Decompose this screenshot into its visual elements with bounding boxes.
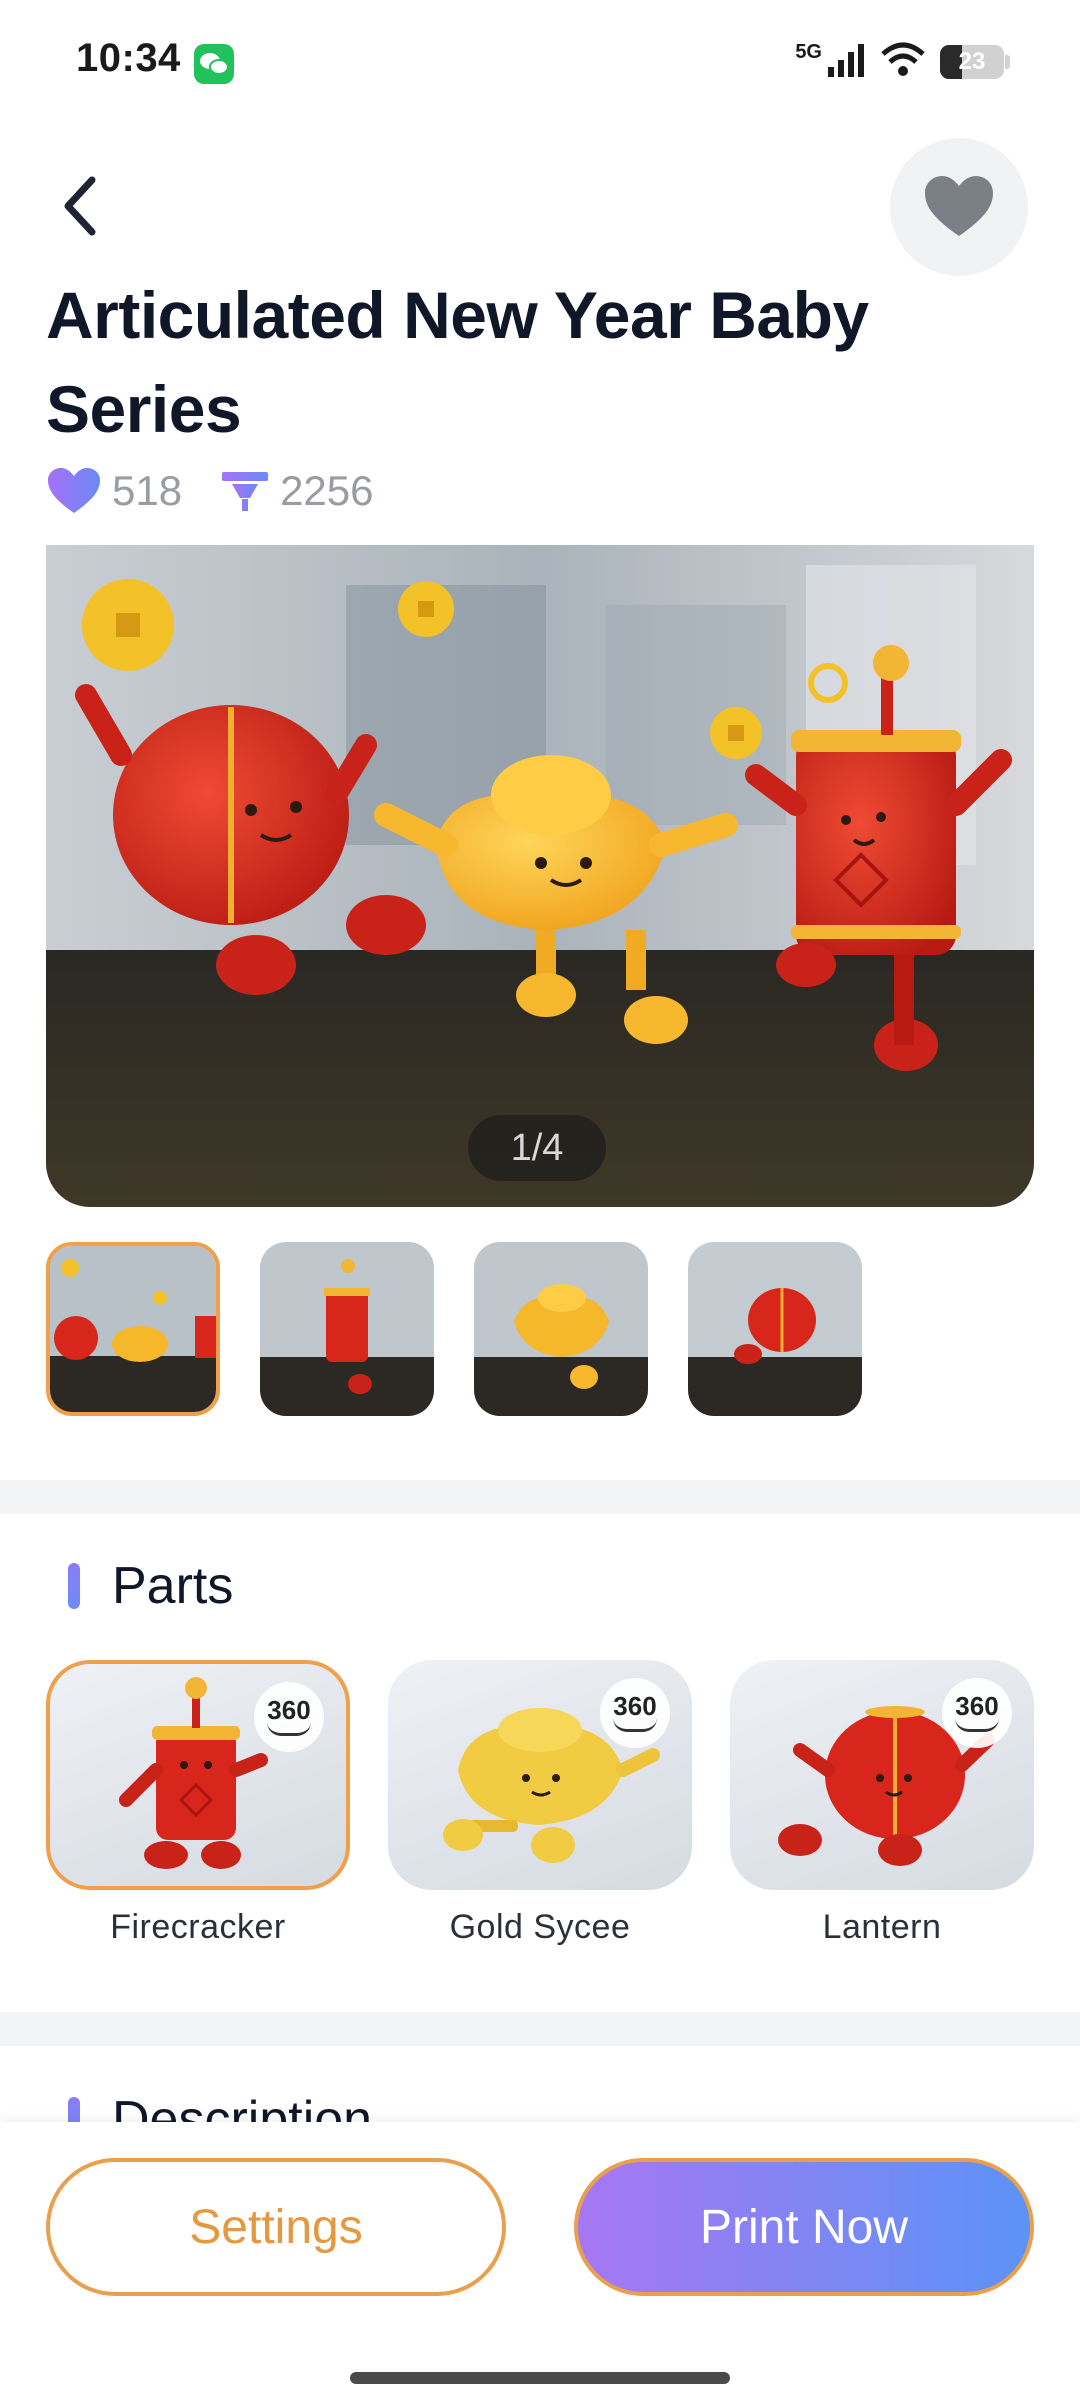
likes-count: 518 (112, 467, 183, 514)
prints-count: 2256 (280, 467, 374, 514)
thumbnail-gold-sycee[interactable] (474, 1242, 648, 1416)
part-card[interactable]: 360 (730, 1660, 1034, 1890)
wifi-icon (880, 42, 926, 83)
signal-icon (826, 43, 866, 82)
favorite-button[interactable] (890, 138, 1028, 276)
image-counter: 1/4 (468, 1115, 606, 1181)
parts-header: Parts (68, 1556, 233, 1616)
home-indicator[interactable] (350, 2372, 730, 2384)
hero-image[interactable]: 1/4 (46, 545, 1034, 1207)
page-title: Articulated New Year Baby Series (46, 278, 869, 446)
parts-title: Parts (112, 1557, 234, 1615)
stats-row: 518 2256 (46, 462, 412, 520)
section-divider (0, 2012, 1080, 2046)
battery-icon: 23 (940, 45, 1010, 79)
settings-button[interactable]: Settings (46, 2158, 506, 2296)
heart-icon (48, 468, 100, 513)
wechat-icon (194, 44, 234, 84)
part-label: Lantern (822, 1908, 942, 1946)
part-label: Gold Sycee (449, 1908, 631, 1946)
part-lantern[interactable]: 360 Lantern (730, 1660, 1034, 1947)
part-firecracker[interactable]: 360 Firecracker (46, 1660, 350, 1947)
status-time: 10:34 (76, 36, 181, 80)
section-divider (0, 1480, 1080, 1514)
360-view-icon[interactable]: 360 (254, 1682, 324, 1752)
network-label: 5G (795, 40, 822, 63)
prints-stat: 2256 (220, 467, 374, 515)
status-bar: 10:34 5G 23 (0, 0, 1080, 126)
360-view-icon[interactable]: 360 (942, 1678, 1012, 1748)
print-now-button[interactable]: Print Now (574, 2158, 1034, 2296)
thumbnail-all-figures[interactable] (46, 1242, 220, 1416)
part-gold-sycee[interactable]: 360 Gold Sycee (388, 1660, 692, 1947)
back-button[interactable] (48, 166, 112, 246)
battery-level: 23 (958, 48, 986, 75)
part-card[interactable]: 360 (388, 1660, 692, 1890)
thumbnail-lantern[interactable] (688, 1242, 862, 1416)
part-card[interactable]: 360 (46, 1660, 350, 1890)
likes-stat: 518 (46, 466, 182, 516)
section-accent-bar (68, 1563, 80, 1609)
part-label: Firecracker (110, 1908, 286, 1946)
thumbnail-strip (46, 1242, 862, 1416)
chevron-left-icon (64, 176, 96, 236)
thumbnail-firecracker[interactable] (260, 1242, 434, 1416)
bottom-action-bar: Settings Print Now (0, 2122, 1080, 2400)
parts-list: 360 Firecracker 360 Gold Sycee 360 Lante… (46, 1660, 1034, 1947)
print-nozzle-icon (222, 472, 269, 511)
status-indicators: 5G 23 (795, 40, 1010, 84)
360-view-icon[interactable]: 360 (600, 1678, 670, 1748)
heart-icon (925, 176, 993, 236)
